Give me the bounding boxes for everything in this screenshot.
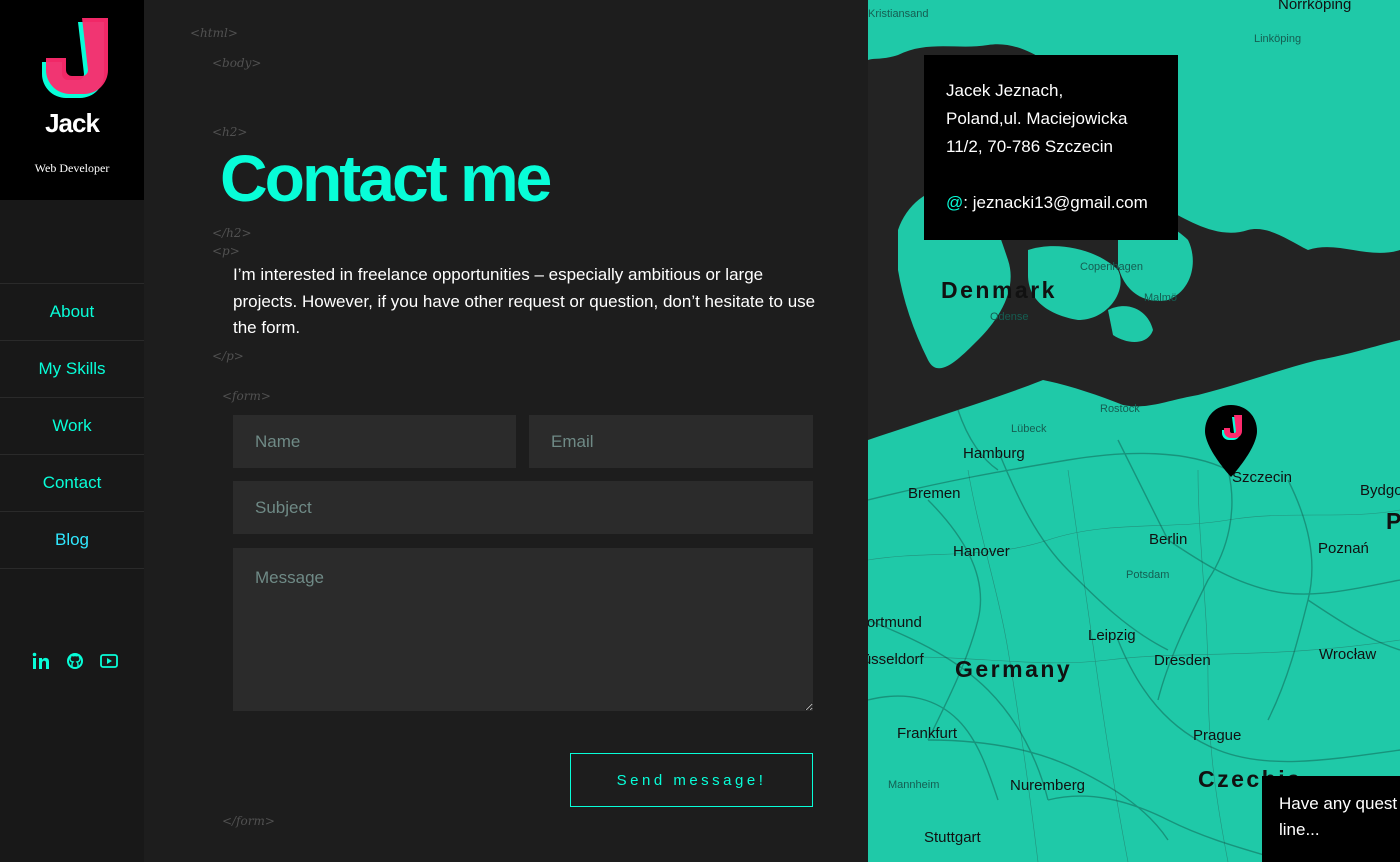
logo-subtitle: Web Developer <box>34 161 110 175</box>
map-country-partial: P <box>1386 508 1400 534</box>
map-city-frankfurt: Frankfurt <box>897 725 958 742</box>
address-email-line: @: jeznacki13@gmail.com <box>946 189 1156 217</box>
youtube-icon[interactable] <box>98 650 120 672</box>
map-city-bremen: Bremen <box>908 485 961 502</box>
address-line-2: Poland,ul. Maciejowicka <box>946 109 1128 128</box>
tag-h2-close: </h2> <box>212 226 252 240</box>
map-city-copenhagen: Copenhagen <box>1080 261 1144 273</box>
map-city-lubeck: Lübeck <box>1011 423 1047 435</box>
linkedin-icon[interactable] <box>30 650 52 672</box>
map-city-bydgoszcz: Bydgoszcz <box>1360 482 1400 499</box>
map-city-nuremberg: Nuremberg <box>1010 777 1086 794</box>
nav-item-contact[interactable]: Contact <box>0 455 144 512</box>
address-email[interactable]: : jeznacki13@gmail.com <box>963 193 1148 212</box>
tag-form-open: <form> <box>222 389 271 403</box>
map-city-wroclaw: Wrocław <box>1319 646 1377 663</box>
tag-p-open: <p> <box>212 244 240 258</box>
map-city-leipzig: Leipzig <box>1088 627 1136 644</box>
map-city-hanover: Hanover <box>953 543 1010 560</box>
github-icon[interactable] <box>64 650 86 672</box>
at-icon: @ <box>946 193 964 212</box>
message-textarea[interactable] <box>233 548 813 711</box>
tag-form-close: </form> <box>222 814 275 828</box>
email-input[interactable] <box>529 415 813 468</box>
tag-body-open: <body> <box>212 56 262 70</box>
map-city-prague: Prague <box>1193 727 1242 744</box>
address-line-3: 11/2, 70-786 Szczecin <box>946 137 1113 156</box>
subject-input[interactable] <box>233 481 813 534</box>
intro-text: I’m interested in freelance opportunitie… <box>233 265 816 337</box>
map-city-linkoping: Linköping <box>1254 33 1302 45</box>
map-city-norrkoping: Norrköping <box>1278 0 1352 13</box>
nav-item-work[interactable]: Work <box>0 398 144 455</box>
nav-item-my-skills[interactable]: My Skills <box>0 341 144 398</box>
map-city-mannheim: Mannheim <box>888 779 940 791</box>
map-city-hamburg: Hamburg <box>963 445 1025 462</box>
map-city-stuttgart: Stuttgart <box>924 829 981 846</box>
social-links <box>30 650 120 672</box>
address-line-1: Jacek Jeznach, <box>946 81 1064 100</box>
map-pin-icon[interactable] <box>1203 403 1259 479</box>
nav-item-about[interactable]: About <box>0 284 144 341</box>
page-title: Contact me <box>220 141 552 215</box>
chat-line-1: Have any quest <box>1279 794 1398 813</box>
tag-html-open: <html> <box>190 26 238 40</box>
tag-p-close: </p> <box>212 349 244 363</box>
map-city-poznan: Poznań <box>1318 540 1369 557</box>
send-message-button[interactable]: Send message! <box>570 753 813 807</box>
sidebar: Jack Web Developer About My Skills Work … <box>0 0 144 862</box>
map-city-malmo: Malmö <box>1144 292 1178 304</box>
logo-j-icon <box>42 18 108 98</box>
address-card: Jacek Jeznach, Poland,ul. Maciejowicka 1… <box>924 55 1178 240</box>
map-country-denmark: Denmark <box>941 277 1057 303</box>
map-city-dusseldorf: Düsseldorf <box>868 651 924 668</box>
map-city-kristiansand: Kristiansand <box>868 8 929 20</box>
map-city-odense: Odense <box>990 311 1029 323</box>
chat-line-2: line... <box>1279 820 1320 839</box>
map-city-dortmund: Dortmund <box>868 614 922 631</box>
map-city-dresden: Dresden <box>1154 652 1211 669</box>
logo-name: Jack <box>45 108 100 138</box>
name-input[interactable] <box>233 415 516 468</box>
map-city-berlin: Berlin <box>1149 531 1188 548</box>
tag-h2-open: <h2> <box>212 125 248 139</box>
logo[interactable]: Jack Web Developer <box>0 0 144 200</box>
map-country-germany: Germany <box>955 656 1073 682</box>
map-city-rostock: Rostock <box>1100 403 1140 415</box>
nav-item-blog[interactable]: Blog <box>0 512 144 569</box>
main-nav: About My Skills Work Contact Blog <box>0 283 144 569</box>
chat-widget[interactable]: Have any quest line... <box>1262 776 1400 862</box>
map-city-potsdam: Potsdam <box>1126 569 1170 581</box>
